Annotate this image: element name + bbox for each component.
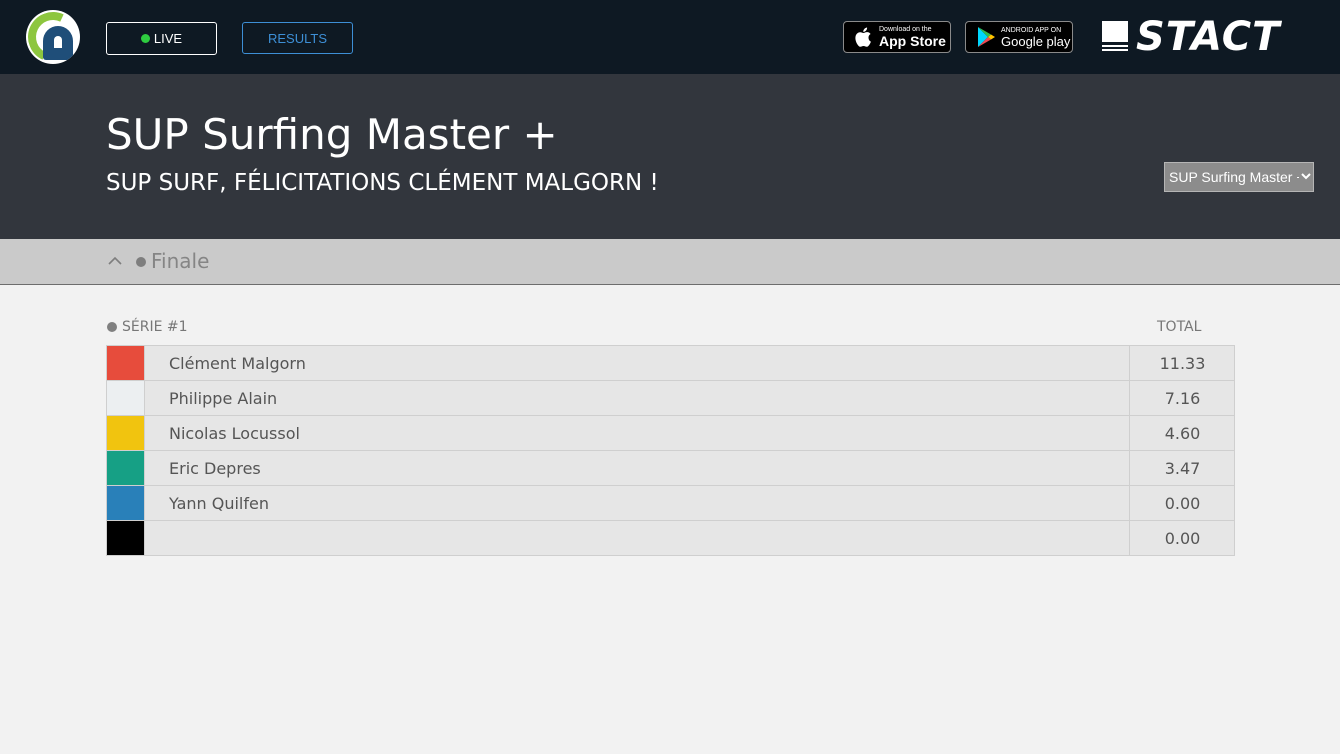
live-button-label: LIVE [153, 31, 183, 46]
athlete-name: Nicolas Locussol [169, 424, 300, 443]
results-table: Clément Malgorn 11.33 Philippe Alain 7.1… [106, 345, 1235, 556]
event-select-dropdown[interactable]: SUP Surfing Master + [1164, 162, 1314, 192]
jersey-color-swatch [107, 416, 145, 450]
stact-logo-icon [1102, 21, 1128, 53]
athlete-name: Yann Quilfen [169, 494, 269, 513]
series-status-dot-icon [107, 322, 117, 332]
chevron-down-icon [1299, 171, 1313, 183]
athlete-total-score: 3.47 [1164, 459, 1201, 478]
google-play-big-text: Google play [1001, 33, 1071, 49]
stact-brand-logo[interactable]: STACT [1102, 14, 1281, 60]
jersey-color-swatch [107, 521, 145, 555]
table-row: Clément Malgorn 11.33 [107, 346, 1234, 381]
table-row: Yann Quilfen 0.00 [107, 486, 1234, 521]
total-column-header: TOTAL [1157, 319, 1202, 335]
event-title: SUP Surfing Master + [106, 110, 558, 159]
athlete-total-score: 4.60 [1164, 424, 1201, 443]
round-status-dot-icon [136, 257, 146, 267]
athlete-total-score: 0.00 [1164, 494, 1201, 513]
google-play-badge[interactable]: ANDROID APP ON Google play [965, 21, 1073, 53]
live-button[interactable]: LIVE [106, 22, 217, 55]
round-bar: Finale [0, 239, 1340, 285]
table-row: 0.00 [107, 521, 1234, 555]
google-play-icon [973, 24, 999, 50]
athlete-name: Eric Depres [169, 459, 261, 478]
table-row: Nicolas Locussol 4.60 [107, 416, 1234, 451]
series-header: SÉRIE #1 TOTAL [106, 318, 1235, 338]
brand-name: STACT [1136, 14, 1281, 60]
jersey-color-swatch [107, 346, 145, 380]
results-button-label: RESULTS [268, 30, 327, 46]
app-store-big-text: App Store [879, 33, 946, 49]
app-store-small-text: Download on the [879, 26, 932, 33]
jersey-color-swatch [107, 381, 145, 415]
jersey-color-swatch [107, 486, 145, 520]
round-label: Finale [151, 249, 210, 273]
apple-icon [851, 24, 877, 50]
results-button[interactable]: RESULTS [242, 22, 353, 54]
athlete-total-score: 11.33 [1159, 354, 1206, 373]
table-row: Philippe Alain 7.16 [107, 381, 1234, 416]
athlete-name: Philippe Alain [169, 389, 278, 408]
event-subtitle: SUP SURF, FÉLICITATIONS CLÉMENT MALGORN … [106, 170, 659, 196]
athlete-total-score: 7.16 [1164, 389, 1201, 408]
chevron-up-icon[interactable] [107, 253, 123, 269]
app-store-badge[interactable]: Download on the App Store [843, 21, 951, 53]
logo-dome-icon [43, 26, 73, 60]
table-row: Eric Depres 3.47 [107, 451, 1234, 486]
event-select-value: SUP Surfing Master + [1169, 169, 1299, 185]
series-label: SÉRIE #1 [122, 319, 188, 335]
top-navigation-bar: LIVE RESULTS Download on the App Store A… [0, 0, 1340, 74]
google-play-small-text: ANDROID APP ON [1001, 26, 1062, 34]
site-logo[interactable] [26, 10, 80, 64]
athlete-name: Clément Malgorn [169, 354, 306, 373]
athlete-total-score: 0.00 [1164, 529, 1201, 548]
jersey-color-swatch [107, 451, 145, 485]
event-header: SUP Surfing Master + SUP SURF, FÉLICITAT… [0, 74, 1340, 239]
live-indicator-icon [140, 34, 150, 43]
